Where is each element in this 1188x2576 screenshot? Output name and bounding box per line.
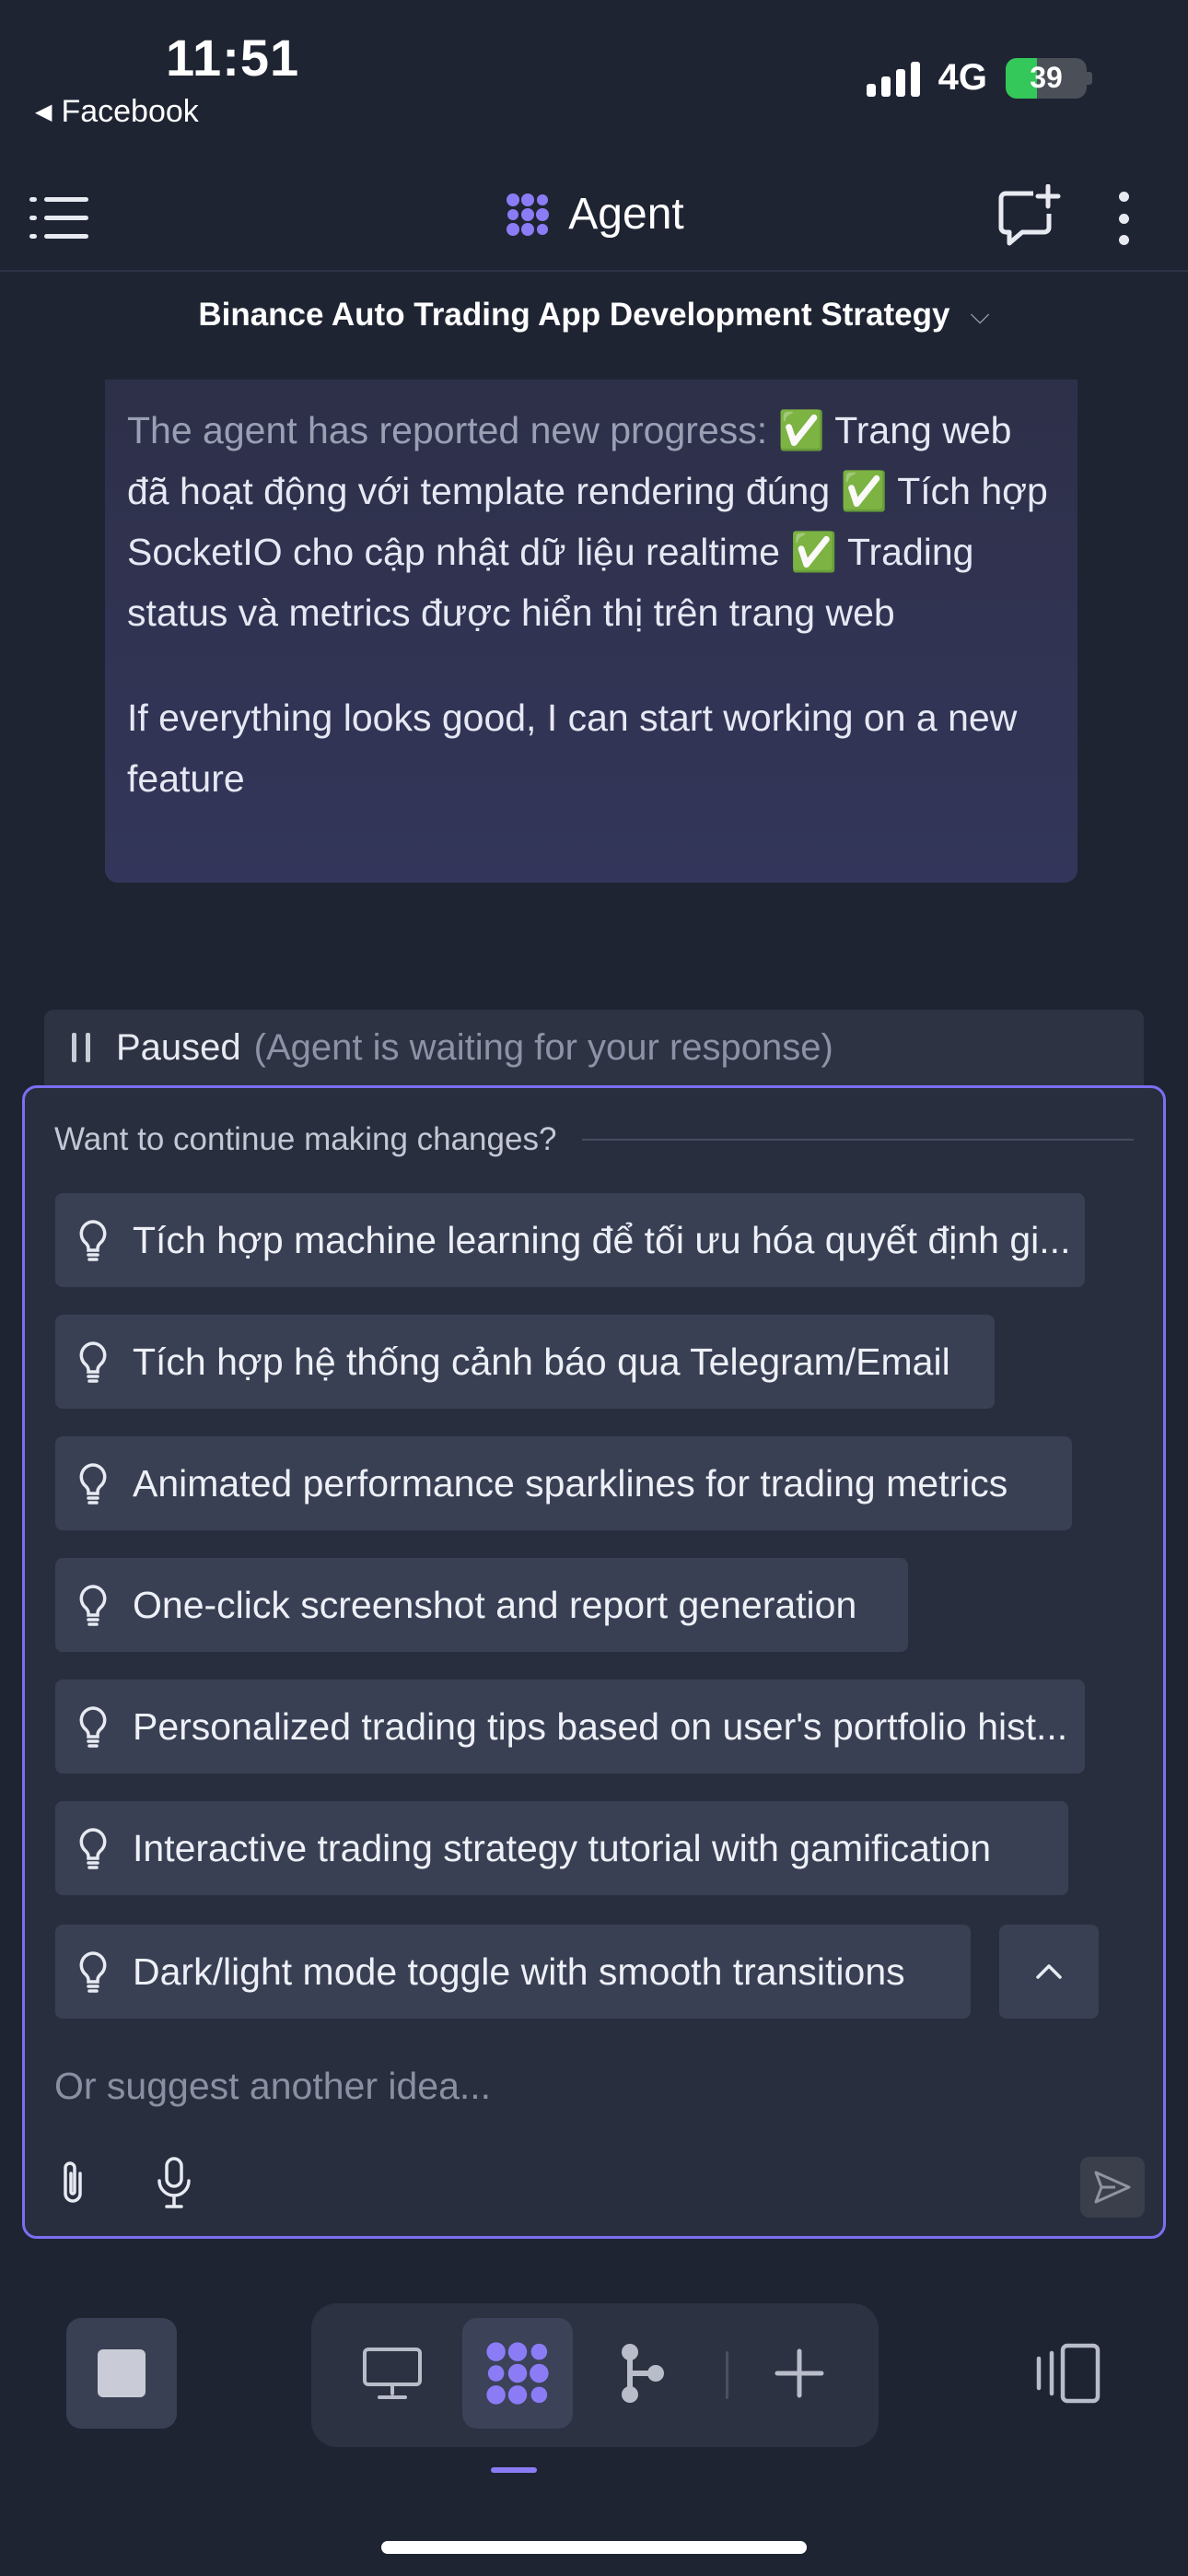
agent-logo-icon [486, 2342, 549, 2405]
stop-icon [98, 2349, 146, 2397]
heading-rule [582, 1139, 1134, 1141]
network-type: 4G [938, 57, 987, 98]
project-title: Binance Auto Trading App Development Str… [198, 297, 950, 333]
stop-button[interactable] [66, 2318, 177, 2429]
monitor-tool-button[interactable] [337, 2318, 448, 2429]
lightbulb-icon [79, 1341, 107, 1383]
suggestion-text: Tích hợp hệ thống cảnh báo qua Telegram/… [133, 1340, 950, 1383]
project-selector[interactable]: Binance Auto Trading App Development Str… [0, 297, 1188, 334]
tool-switcher [311, 2303, 879, 2447]
header-divider [0, 270, 1188, 272]
message-lead: The agent has reported new progress: [127, 409, 768, 451]
new-chat-icon[interactable] [996, 184, 1061, 247]
collapse-suggestions-button[interactable] [999, 1925, 1099, 2019]
suggestion-text: Dark/light mode toggle with smooth trans… [133, 1950, 905, 1993]
page-title: Agent [568, 190, 684, 239]
back-app-label: Facebook [61, 94, 199, 129]
plus-icon [775, 2348, 824, 2398]
message-body: The agent has reported new progress: ✅ T… [127, 400, 1055, 643]
cellular-signal-icon [866, 60, 920, 97]
paused-sub-label: (Agent is waiting for your response) [253, 1026, 833, 1068]
message-followup: If everything looks good, I can start wo… [127, 697, 1018, 800]
battery-tip [1087, 72, 1092, 85]
lightbulb-icon [79, 1828, 107, 1869]
paperclip-icon[interactable] [54, 2157, 91, 2208]
status-time: 11:51 [166, 29, 300, 87]
chevron-down-icon: ⌵ [970, 299, 990, 329]
agent-message: The agent has reported new progress: ✅ T… [105, 380, 1077, 883]
suggestion-text: Personalized trading tips based on user'… [133, 1704, 1068, 1748]
workflow-tool-button[interactable] [588, 2318, 698, 2429]
back-triangle-icon: ◀ [35, 100, 52, 124]
paused-label: Paused [116, 1026, 241, 1068]
suggestions-panel: Want to continue making changes? Tích hợ… [22, 1085, 1166, 2239]
pause-icon [72, 1033, 90, 1062]
suggest-idea-input[interactable] [54, 2065, 1113, 2108]
suggestion-chip[interactable]: Dark/light mode toggle with smooth trans… [55, 1925, 971, 2019]
send-icon [1094, 2171, 1131, 2204]
suggestion-text: Interactive trading strategy tutorial wi… [133, 1826, 992, 1869]
suggestion-chip[interactable]: Tích hợp hệ thống cảnh báo qua Telegram/… [55, 1315, 995, 1409]
panel-toggle-icon[interactable] [1030, 2340, 1103, 2406]
chevron-up-icon [1036, 1964, 1062, 1979]
home-indicator [381, 2541, 807, 2554]
lightbulb-icon [79, 1951, 107, 1993]
lightbulb-icon [79, 1463, 107, 1505]
suggestions-header: Want to continue making changes? [54, 1121, 1134, 1158]
suggestion-text: Animated performance sparklines for trad… [133, 1461, 1008, 1505]
agent-tool-button[interactable] [462, 2318, 573, 2429]
status-indicators: 4G 39 [866, 57, 1087, 99]
paused-status-bar: Paused (Agent is waiting for your respon… [44, 1010, 1144, 1085]
suggestion-text: Tích hợp machine learning để tối ưu hóa … [133, 1218, 1071, 1261]
lightbulb-icon [79, 1585, 107, 1626]
monitor-icon [363, 2348, 422, 2399]
lightbulb-icon [79, 1706, 107, 1748]
agent-logo-icon [507, 193, 550, 236]
add-tool-button[interactable] [744, 2318, 855, 2429]
more-vertical-icon[interactable] [1114, 192, 1133, 245]
back-to-app-link[interactable]: ◀ Facebook [35, 94, 199, 130]
tool-separator [726, 2351, 728, 2399]
suggestion-chip[interactable]: One-click screenshot and report generati… [55, 1558, 908, 1652]
suggestion-chip[interactable]: Tích hợp machine learning để tối ưu hóa … [55, 1193, 1085, 1287]
suggestion-chip[interactable]: Animated performance sparklines for trad… [55, 1436, 1072, 1530]
active-tool-indicator [491, 2467, 537, 2473]
battery-level: 39 [1030, 61, 1063, 94]
workflow-icon [622, 2344, 664, 2403]
suggestion-chip[interactable]: Personalized trading tips based on user'… [55, 1680, 1085, 1774]
lightbulb-icon [79, 1220, 107, 1261]
suggestion-text: One-click screenshot and report generati… [133, 1583, 857, 1626]
suggestions-heading: Want to continue making changes? [54, 1121, 557, 1157]
send-button[interactable] [1080, 2157, 1145, 2218]
suggestion-chip[interactable]: Interactive trading strategy tutorial wi… [55, 1801, 1068, 1895]
battery-icon: 39 [1006, 57, 1087, 99]
microphone-icon[interactable] [154, 2155, 194, 2210]
